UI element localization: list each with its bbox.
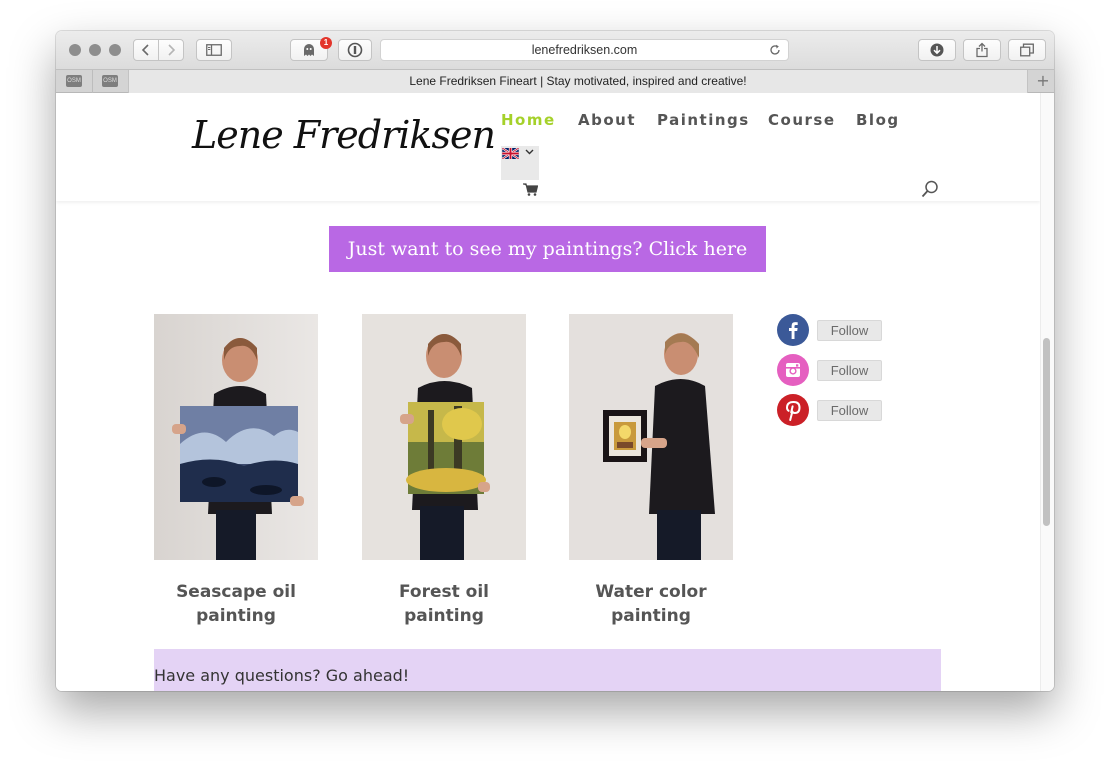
close-window-button[interactable] <box>69 44 81 56</box>
nav-home[interactable]: Home <box>501 111 556 129</box>
watercolor-photo-illustration <box>569 314 733 560</box>
cart-icon[interactable] <box>523 183 538 196</box>
forward-button[interactable] <box>158 39 184 61</box>
new-tab-button[interactable]: + <box>1032 70 1054 93</box>
chevron-right-icon <box>168 44 176 56</box>
osm-icon: OSM <box>66 75 82 87</box>
seascape-photo-illustration <box>154 314 318 560</box>
web-page: Lene Fredriksen Home About Paintings Cou… <box>56 93 1040 691</box>
nav-about[interactable]: About <box>578 111 636 129</box>
1password-icon <box>347 42 363 58</box>
facebook-icon[interactable] <box>777 314 809 346</box>
ghost-icon <box>304 44 314 56</box>
address-bar[interactable]: lenefredriksen.com <box>380 39 789 61</box>
nav-course[interactable]: Course <box>768 111 836 129</box>
uk-flag-icon <box>502 148 519 159</box>
forest-caption[interactable]: Forest oil painting <box>362 580 526 628</box>
site-header: Lene Fredriksen Home About Paintings Cou… <box>56 93 1040 201</box>
instagram-icon[interactable] <box>777 354 809 386</box>
url-text: lenefredriksen.com <box>531 43 638 57</box>
osm-icon: OSM <box>102 75 118 87</box>
tab-bar: OSM OSM Lene Fredriksen Fineart | Stay m… <box>56 69 1054 93</box>
questions-heading: Have any questions? Go ahead! <box>154 666 410 685</box>
site-logo[interactable]: Lene Fredriksen <box>192 113 496 157</box>
share-icon <box>976 42 988 58</box>
seascape-caption[interactable]: Seascape oil painting <box>154 580 318 628</box>
forest-photo-illustration <box>362 314 526 560</box>
sidebar-icon <box>206 44 222 56</box>
pinterest-icon[interactable] <box>777 394 809 426</box>
pinned-tab[interactable]: OSM <box>92 70 129 93</box>
browser-toolbar: 1 lenefredriksen.com <box>56 31 1054 69</box>
pinterest-follow-button[interactable]: Follow <box>817 400 882 421</box>
nav-blog[interactable]: Blog <box>856 111 900 129</box>
tabs-icon <box>1020 43 1034 57</box>
questions-section: Have any questions? Go ahead! <box>154 649 941 691</box>
vertical-scrollbar-thumb[interactable] <box>1043 338 1050 526</box>
reload-icon[interactable] <box>769 44 781 56</box>
share-button[interactable] <box>963 39 1001 61</box>
pinterest-follow: Follow <box>777 394 887 426</box>
seascape-painting-photo[interactable] <box>154 314 318 560</box>
chevron-left-icon <box>141 44 149 56</box>
notification-badge: 1 <box>320 37 332 49</box>
facebook-follow-button[interactable]: Follow <box>817 320 882 341</box>
chevron-down-icon <box>525 149 534 155</box>
zoom-window-button[interactable] <box>109 44 121 56</box>
instagram-follow-button[interactable]: Follow <box>817 360 882 381</box>
facebook-follow: Follow <box>777 314 887 346</box>
search-icon[interactable] <box>921 180 939 198</box>
tab-overview-button[interactable] <box>1008 39 1046 61</box>
watercolor-caption[interactable]: Water color painting <box>569 580 733 628</box>
active-tab[interactable]: Lene Fredriksen Fineart | Stay motivated… <box>128 70 1028 93</box>
instagram-follow: Follow <box>777 354 887 386</box>
forest-painting-photo[interactable] <box>362 314 526 560</box>
back-button[interactable] <box>133 39 159 61</box>
downloads-button[interactable] <box>918 39 956 61</box>
see-paintings-button[interactable]: Just want to see my paintings? Click her… <box>329 226 766 272</box>
language-switcher[interactable] <box>501 146 539 180</box>
browser-window: 1 lenefredriksen.com OSM OSM Lene Fredri… <box>56 31 1054 691</box>
minimize-window-button[interactable] <box>89 44 101 56</box>
nav-paintings[interactable]: Paintings <box>657 111 750 129</box>
download-icon <box>930 43 944 57</box>
sidebar-button[interactable] <box>196 39 232 61</box>
password-manager-button[interactable] <box>338 39 372 61</box>
watercolor-painting-photo[interactable] <box>569 314 733 560</box>
pinned-tab[interactable]: OSM <box>56 70 93 93</box>
